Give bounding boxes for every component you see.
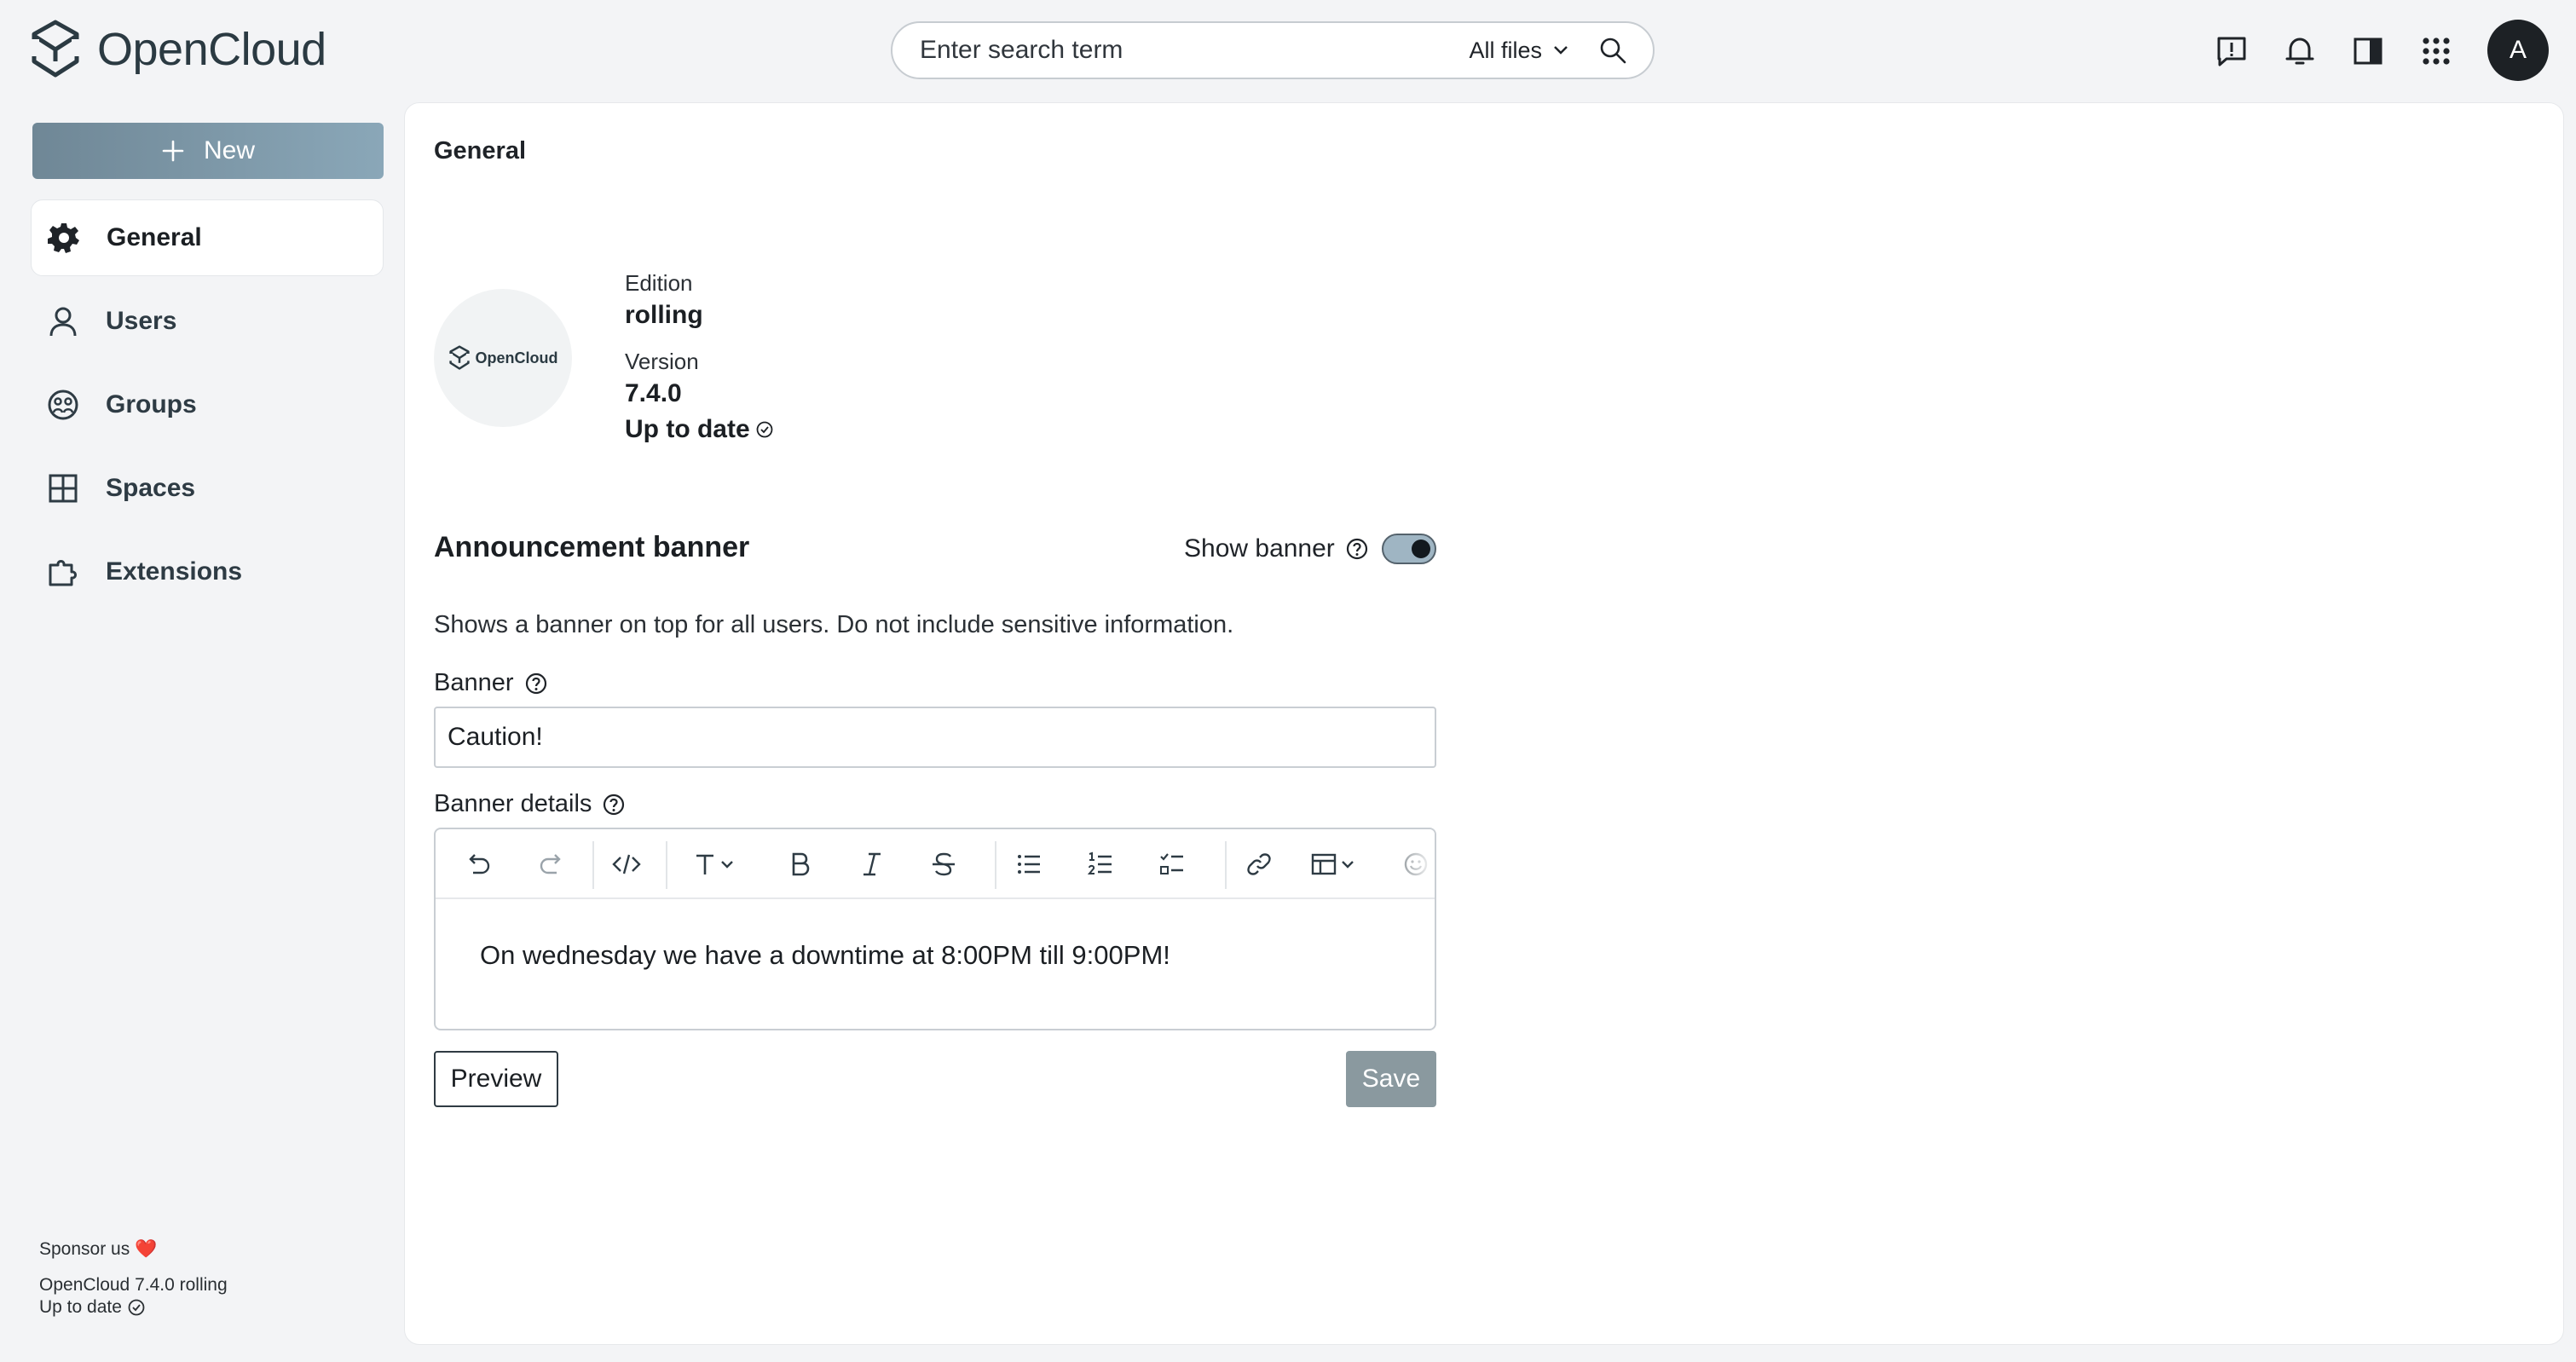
strikethrough-icon[interactable] xyxy=(927,847,961,881)
user-avatar[interactable]: A xyxy=(2487,20,2549,81)
top-bar: OpenCloud Enter search term All files A xyxy=(0,0,2576,102)
help-icon[interactable] xyxy=(602,793,626,817)
sidebar-item-general[interactable]: General xyxy=(31,199,384,276)
show-banner-label: Show banner xyxy=(1184,534,1369,563)
version-label: Version xyxy=(625,349,699,374)
task-list-icon[interactable] xyxy=(1155,847,1189,881)
banner-description: Shows a banner on top for all users. Do … xyxy=(434,611,1234,638)
search-input[interactable]: Enter search term xyxy=(920,36,1469,65)
redo-icon[interactable] xyxy=(534,847,569,881)
gear-icon xyxy=(48,223,79,253)
numbered-list-icon[interactable] xyxy=(1083,847,1118,881)
italic-icon[interactable] xyxy=(855,847,889,881)
banner-field-label: Banner xyxy=(434,669,548,697)
user-icon xyxy=(49,307,77,337)
sidebar-item-label: Groups xyxy=(106,390,197,418)
banner-details-label: Banner details xyxy=(434,790,626,818)
save-button[interactable]: Save xyxy=(1346,1051,1436,1107)
search-bar[interactable]: Enter search term All files xyxy=(891,21,1655,79)
sidebar-toggle-icon[interactable] xyxy=(2349,32,2387,70)
bullet-list-icon[interactable] xyxy=(1012,847,1046,881)
sidebar-item-extensions[interactable]: Extensions xyxy=(31,534,384,610)
app-logo[interactable]: OpenCloud xyxy=(29,19,326,80)
groups-icon xyxy=(48,390,78,420)
new-button-label: New xyxy=(203,136,255,164)
edition-label: Edition xyxy=(625,270,693,296)
opencloud-logo-icon xyxy=(448,345,471,370)
preview-button[interactable]: Preview xyxy=(434,1051,558,1107)
edition-value: rolling xyxy=(625,301,703,329)
show-banner-toggle[interactable] xyxy=(1382,534,1436,564)
plus-icon xyxy=(162,140,184,162)
search-icon[interactable] xyxy=(1598,36,1627,65)
version-value: 7.4.0 xyxy=(625,379,682,407)
show-banner-text: Show banner xyxy=(1184,534,1335,563)
announcement-banner-title: Announcement banner xyxy=(434,531,750,563)
update-status: Up to date xyxy=(39,1297,146,1318)
page-title: General xyxy=(434,137,526,164)
editor-toolbar xyxy=(436,829,1435,899)
puzzle-icon xyxy=(49,560,77,586)
update-status-main-text: Up to date xyxy=(625,415,750,443)
check-circle-icon xyxy=(756,421,773,438)
banner-input[interactable]: Caution! xyxy=(434,707,1436,768)
update-status-main: Up to date xyxy=(625,415,774,444)
search-scope-label: All files xyxy=(1469,37,1542,63)
sidebar: New General Users Groups Spaces Extensio… xyxy=(0,102,401,1362)
banner-details-label-text: Banner details xyxy=(434,790,592,817)
link-icon[interactable] xyxy=(1242,847,1276,881)
search-scope-select[interactable]: All files xyxy=(1469,38,1569,64)
sidebar-item-label: Extensions xyxy=(106,557,243,586)
help-icon[interactable] xyxy=(1345,537,1369,561)
table-dropdown[interactable] xyxy=(1308,847,1363,881)
text-style-dropdown[interactable] xyxy=(691,847,742,881)
chevron-down-icon xyxy=(1554,46,1568,55)
check-circle-icon xyxy=(128,1299,145,1316)
main-panel: General OpenCloud Edition rolling Versio… xyxy=(404,102,2564,1345)
sidebar-item-label: General xyxy=(107,223,202,251)
sponsor-link[interactable]: Sponsor us ❤️ xyxy=(39,1239,157,1260)
version-info: OpenCloud 7.4.0 rolling xyxy=(39,1275,228,1295)
banner-details-content[interactable]: On wednesday we have a downtime at 8:00P… xyxy=(480,940,1170,971)
bold-icon[interactable] xyxy=(783,847,817,881)
sidebar-item-users[interactable]: Users xyxy=(31,283,384,360)
edition-logo-text: OpenCloud xyxy=(475,349,558,366)
banner-label-text: Banner xyxy=(434,669,514,696)
undo-icon[interactable] xyxy=(461,847,495,881)
opencloud-logo-icon xyxy=(29,20,82,78)
edition-logo: OpenCloud xyxy=(434,289,572,427)
app-name: OpenCloud xyxy=(97,24,326,75)
spaces-icon xyxy=(49,474,78,503)
help-icon[interactable] xyxy=(524,672,548,695)
app-switcher-icon[interactable] xyxy=(2417,32,2455,70)
sidebar-item-groups[interactable]: Groups xyxy=(31,366,384,443)
update-status-text: Up to date xyxy=(39,1297,122,1317)
sidebar-item-label: Spaces xyxy=(106,474,196,502)
feedback-icon[interactable] xyxy=(2213,32,2250,70)
code-icon[interactable] xyxy=(608,847,645,881)
new-button[interactable]: New xyxy=(32,123,384,179)
sidebar-item-label: Users xyxy=(106,307,177,335)
sidebar-item-spaces[interactable]: Spaces xyxy=(31,450,384,527)
bell-icon[interactable] xyxy=(2281,32,2319,70)
banner-details-editor[interactable]: On wednesday we have a downtime at 8:00P… xyxy=(434,828,1436,1030)
